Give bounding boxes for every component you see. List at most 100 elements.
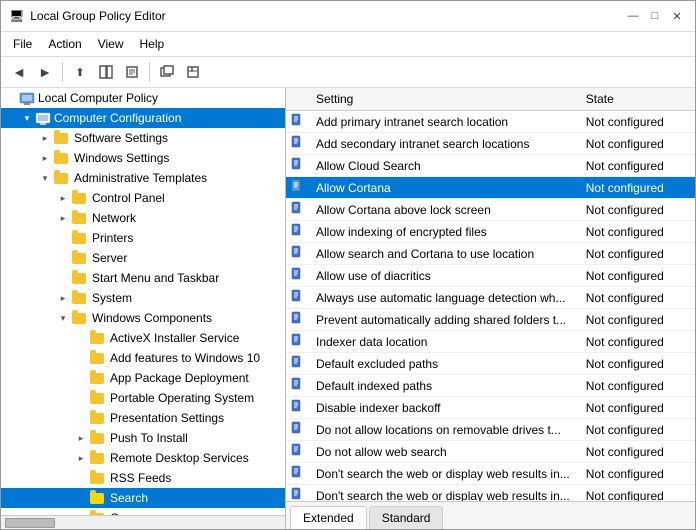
table-row[interactable]: Indexer data location Not configured [286, 331, 695, 353]
table-row[interactable]: Add secondary intranet search locations … [286, 133, 695, 155]
tree-item-rss-feeds[interactable]: RSS Feeds [1, 468, 285, 488]
table-row[interactable]: Default excluded paths Not configured [286, 353, 695, 375]
cell-icon [286, 155, 308, 177]
icon-start-menu [71, 270, 87, 286]
tree-item-system[interactable]: System [1, 288, 285, 308]
cell-setting: Allow indexing of encrypted files [308, 221, 578, 243]
tree-item-camera[interactable]: Camera [1, 508, 285, 515]
tree-label-rss-feeds: RSS Feeds [110, 471, 171, 485]
toolbar-separator-2 [149, 62, 150, 82]
expand-printers [55, 230, 71, 246]
menu-view[interactable]: View [90, 34, 132, 54]
tree-item-search[interactable]: Search [1, 488, 285, 508]
expand-search [73, 490, 89, 506]
cell-icon [286, 221, 308, 243]
table-row[interactable]: Add primary intranet search location Not… [286, 111, 695, 133]
expand-activex [73, 330, 89, 346]
tree-item-network[interactable]: Network [1, 208, 285, 228]
col-state[interactable]: State [578, 88, 695, 111]
doc-icon [290, 179, 304, 193]
cell-icon [286, 331, 308, 353]
tree-item-printers[interactable]: Printers [1, 228, 285, 248]
tree-scroll-thumb[interactable] [5, 518, 55, 528]
tree-item-windows-components[interactable]: Windows Components [1, 308, 285, 328]
table-row[interactable]: Allow Cortana above lock screen Not conf… [286, 199, 695, 221]
help-button[interactable] [181, 60, 205, 84]
tree-label-server: Server [92, 251, 127, 265]
cell-state: Not configured [578, 221, 695, 243]
table-row[interactable]: Allow search and Cortana to use location… [286, 243, 695, 265]
tree-item-remote-desktop[interactable]: Remote Desktop Services [1, 448, 285, 468]
table-row[interactable]: Do not allow locations on removable driv… [286, 419, 695, 441]
expand-portable-os [73, 390, 89, 406]
title-bar-left: 🖥 Local Group Policy Editor [9, 9, 166, 23]
tab-extended[interactable]: Extended [290, 506, 367, 529]
tree-item-add-features[interactable]: Add features to Windows 10 [1, 348, 285, 368]
icon-windows-settings [53, 150, 69, 166]
tree-item-control-panel[interactable]: Control Panel [1, 188, 285, 208]
table-row[interactable]: Allow indexing of encrypted files Not co… [286, 221, 695, 243]
back-button[interactable]: ◄ [7, 60, 31, 84]
table-row[interactable]: Allow Cortana Not configured [286, 177, 695, 199]
tree-item-windows-settings[interactable]: Windows Settings [1, 148, 285, 168]
up-button[interactable]: ⬆ [68, 60, 92, 84]
tree-item-computer-config[interactable]: Computer Configuration [1, 108, 285, 128]
tree-item-app-package[interactable]: App Package Deployment [1, 368, 285, 388]
tree-item-push-to-install[interactable]: Push To Install [1, 428, 285, 448]
table-row[interactable]: Allow use of diacritics Not configured [286, 265, 695, 287]
maximize-button[interactable]: □ [645, 7, 665, 25]
tree-horizontal-scrollbar[interactable] [1, 515, 285, 529]
doc-icon [290, 399, 304, 413]
tree-label-start-menu: Start Menu and Taskbar [92, 271, 219, 285]
title-bar: 🖥 Local Group Policy Editor — □ ✕ [1, 1, 695, 32]
tree-label-push-to-install: Push To Install [110, 431, 188, 445]
menu-file[interactable]: File [5, 34, 40, 54]
tree-item-presentation[interactable]: Presentation Settings [1, 408, 285, 428]
tree-item-portable-os[interactable]: Portable Operating System [1, 388, 285, 408]
tree-item-admin-templates[interactable]: Administrative Templates [1, 168, 285, 188]
cell-state: Not configured [578, 177, 695, 199]
toolbar: ◄ ► ⬆ [1, 57, 695, 88]
minimize-button[interactable]: — [623, 7, 643, 25]
cell-setting: Default excluded paths [308, 353, 578, 375]
tree-item-server[interactable]: Server [1, 248, 285, 268]
tab-standard[interactable]: Standard [369, 506, 444, 529]
properties-button[interactable] [120, 60, 144, 84]
cell-state: Not configured [578, 353, 695, 375]
menu-help[interactable]: Help [132, 34, 173, 54]
cell-setting: Indexer data location [308, 331, 578, 353]
expand-app-package [73, 370, 89, 386]
doc-icon [290, 157, 304, 171]
doc-icon [290, 355, 304, 369]
cell-icon [286, 111, 308, 133]
table-row[interactable]: Don't search the web or display web resu… [286, 463, 695, 485]
table-row[interactable]: Always use automatic language detection … [286, 287, 695, 309]
cell-state: Not configured [578, 463, 695, 485]
forward-button[interactable]: ► [33, 60, 57, 84]
tree-item-local-policy[interactable]: Local Computer Policy [1, 88, 285, 108]
col-setting[interactable]: Setting [308, 88, 578, 111]
table-row[interactable]: Do not allow web search Not configured [286, 441, 695, 463]
cell-state: Not configured [578, 243, 695, 265]
tree-item-start-menu[interactable]: Start Menu and Taskbar [1, 268, 285, 288]
table-row[interactable]: Default indexed paths Not configured [286, 375, 695, 397]
new-window-button[interactable] [155, 60, 179, 84]
doc-icon [290, 421, 304, 435]
menu-bar: File Action View Help [1, 32, 695, 57]
close-button[interactable]: ✕ [667, 7, 687, 25]
icon-software-settings [53, 130, 69, 146]
icon-remote-desktop [89, 450, 105, 466]
table-row[interactable]: Allow Cloud Search Not configured [286, 155, 695, 177]
table-row[interactable]: Disable indexer backoff Not configured [286, 397, 695, 419]
tree-item-software-settings[interactable]: Software Settings [1, 128, 285, 148]
menu-action[interactable]: Action [40, 34, 89, 54]
tree-scroll[interactable]: Local Computer Policy Computer Configura… [1, 88, 285, 515]
expand-remote-desktop [73, 450, 89, 466]
table-row[interactable]: Prevent automatically adding shared fold… [286, 309, 695, 331]
doc-icon [290, 487, 304, 501]
show-hide-button[interactable] [94, 60, 118, 84]
bottom-tabs: Extended Standard [286, 501, 695, 529]
settings-table-scroll[interactable]: Setting State Add primary intranet searc… [286, 88, 695, 501]
table-row[interactable]: Don't search the web or display web resu… [286, 485, 695, 502]
tree-item-activex[interactable]: ActiveX Installer Service [1, 328, 285, 348]
